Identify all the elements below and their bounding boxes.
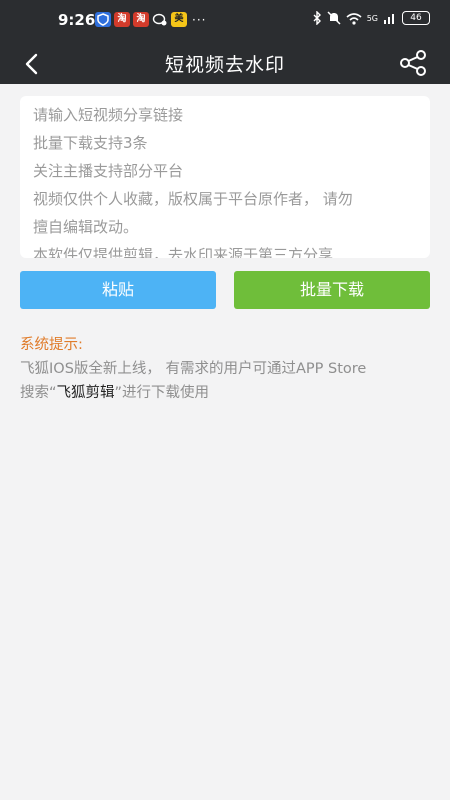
notice-text: 飞狐IOS版全新上线， 有需求的用户可通过APP Store <box>20 361 367 377</box>
status-bar: 9:26 淘 淘 美 ··· 5G 46 <box>0 0 450 42</box>
title-bar: 短视频去水印 <box>0 42 450 84</box>
status-time: 9:26 <box>58 11 96 29</box>
notice-prefix: 搜索“ <box>20 385 57 401</box>
notice-suffix: ”进行下载使用 <box>114 385 210 401</box>
bluetooth-icon <box>313 11 321 25</box>
taobao-app-icon-2: 淘 <box>133 12 149 27</box>
hint-line: 关注主播支持部分平台 <box>33 162 184 180</box>
hint-line: 本软件仅提供剪辑，去水印来源于第三方分享 <box>33 246 334 258</box>
share-icon <box>400 50 426 76</box>
signal-icon <box>384 14 394 24</box>
hint-line: 批量下载支持3条 <box>33 134 148 152</box>
batch-download-button[interactable]: 批量下载 <box>234 271 430 309</box>
hint-line: 视频仅供个人收藏，版权属于平台原作者， 请勿 <box>33 190 353 208</box>
hint-line: 擅自编辑改动。 <box>33 218 139 236</box>
share-button[interactable] <box>398 48 428 78</box>
notice-title: 系统提示: <box>20 337 83 353</box>
paste-button[interactable]: 粘贴 <box>20 271 216 309</box>
status-indicators: 5G 46 <box>312 11 430 25</box>
chat-app-icon <box>152 12 168 27</box>
meituan-app-icon: 美 <box>171 12 187 27</box>
wifi-icon <box>346 12 362 25</box>
hint-line: 请输入短视频分享链接 <box>33 106 184 124</box>
more-notifications-icon: ··· <box>192 12 207 27</box>
app-name-link[interactable]: 飞狐剪辑 <box>57 385 115 401</box>
mute-icon <box>327 11 341 25</box>
taobao-app-icon: 淘 <box>114 12 130 27</box>
network-type: 5G <box>366 13 378 23</box>
status-app-icons: 淘 淘 美 ··· <box>95 12 206 27</box>
link-input-area[interactable]: 请输入短视频分享链接 批量下载支持3条 关注主播支持部分平台 视频仅供个人收藏，… <box>20 96 430 258</box>
notice-text-2: 搜索“飞狐剪辑”进行下载使用 <box>20 381 209 402</box>
battery-icon: 46 <box>402 11 430 25</box>
page-title: 短视频去水印 <box>164 54 285 76</box>
shield-app-icon <box>95 12 111 27</box>
